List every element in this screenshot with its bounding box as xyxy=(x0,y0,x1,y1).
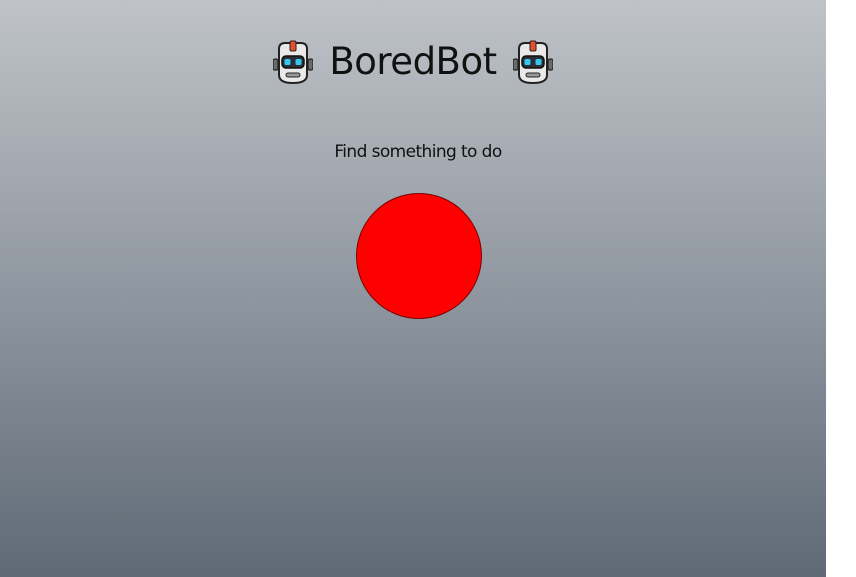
robot-icon xyxy=(512,40,553,85)
app-background: BoredBot Find something to do xyxy=(0,0,826,577)
find-activity-button[interactable] xyxy=(356,193,482,319)
app-title: BoredBot xyxy=(329,40,497,83)
robot-icon xyxy=(273,40,314,85)
scroll-gutter xyxy=(826,0,856,577)
header: BoredBot xyxy=(0,38,826,86)
subtitle: Find something to do xyxy=(334,142,502,162)
